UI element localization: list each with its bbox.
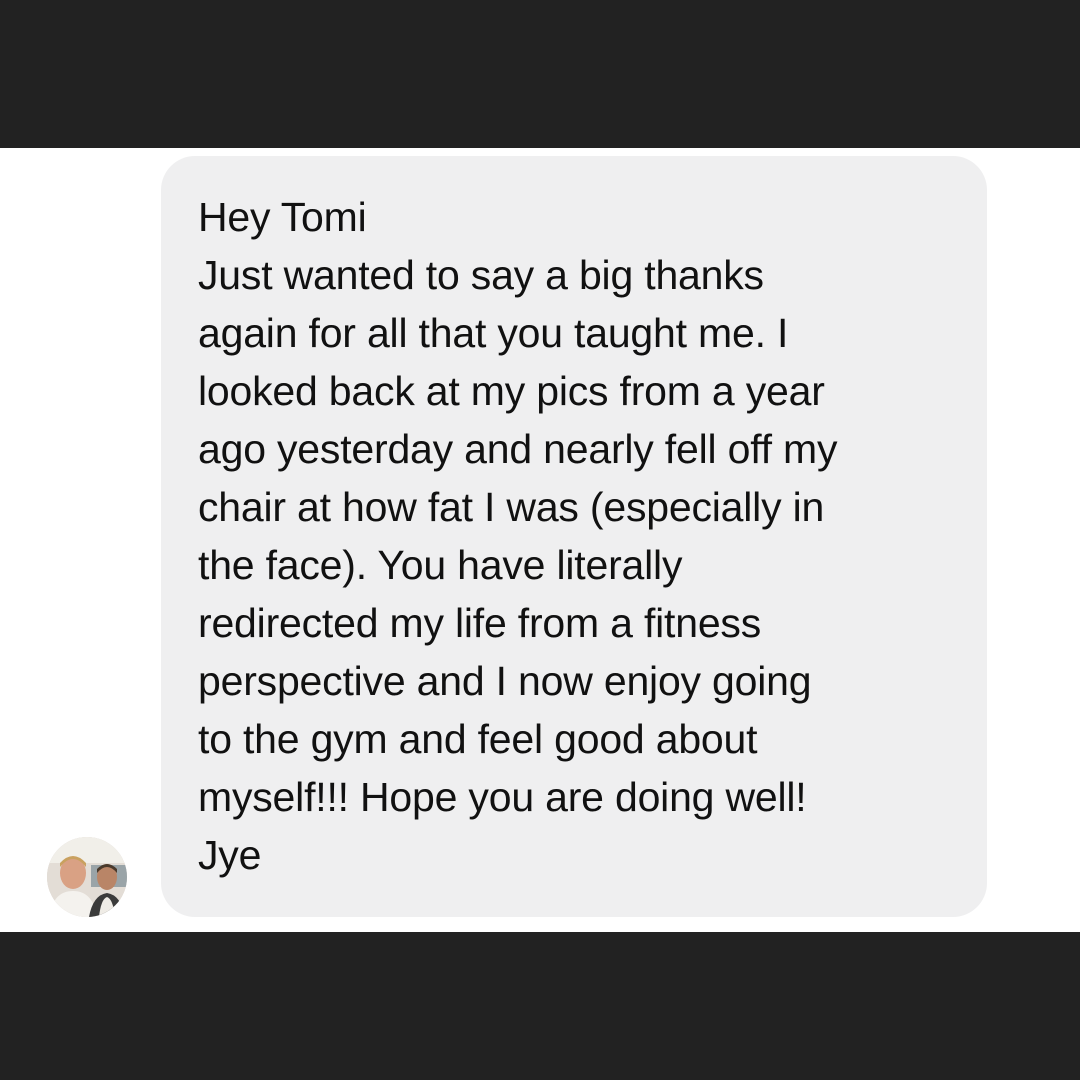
chat-conversation: Hey Tomi Just wanted to say a big thanks… <box>0 148 1080 932</box>
message-signature: Jye <box>198 832 262 878</box>
message-line: chair at how fat I was (especially in <box>198 484 825 530</box>
avatar-photo-icon <box>47 837 127 917</box>
bottom-letterbox-bar <box>0 932 1080 1080</box>
message-line: to the gym and feel good about <box>198 716 758 762</box>
sender-avatar[interactable] <box>47 837 127 917</box>
top-letterbox-bar <box>0 0 1080 148</box>
message-bubble[interactable]: Hey Tomi Just wanted to say a big thanks… <box>161 156 987 917</box>
message-line: again for all that you taught me. I <box>198 310 789 356</box>
message-line: looked back at my pics from a year <box>198 368 825 414</box>
message-line: perspective and I now enjoy going <box>198 658 812 704</box>
message-line: Just wanted to say a big thanks <box>198 252 764 298</box>
message-line: ago yesterday and nearly fell off my <box>198 426 838 472</box>
message-greeting: Hey Tomi <box>198 194 367 240</box>
message-line: myself!!! Hope you are doing well! <box>198 774 807 820</box>
message-line: the face). You have literally <box>198 542 683 588</box>
message-line: redirected my life from a fitness <box>198 600 762 646</box>
